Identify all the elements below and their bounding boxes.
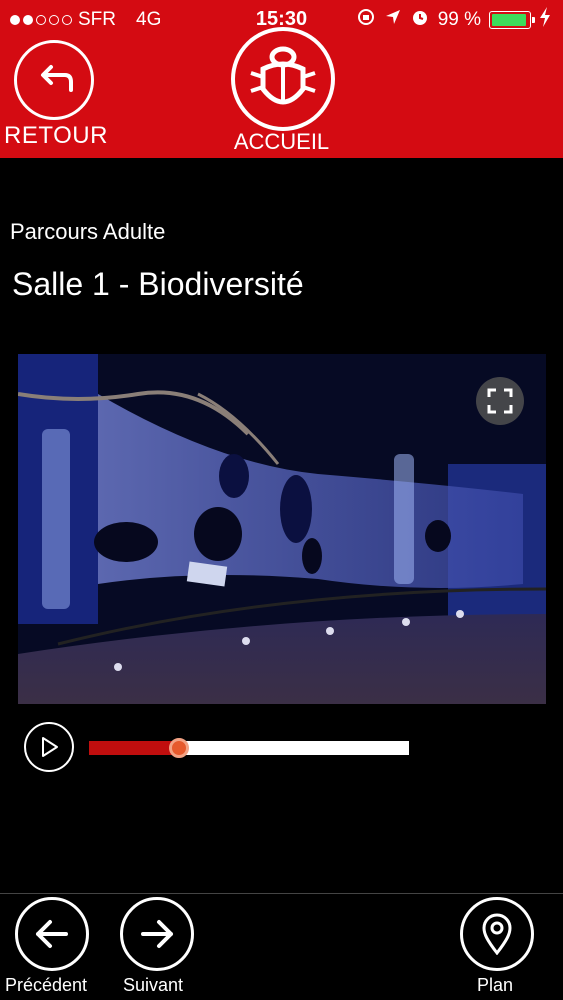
bottom-divider bbox=[0, 893, 563, 894]
app-header: SFR 4G 15:30 99 % RETOUR ACCUEIL bbox=[0, 0, 563, 158]
progress-track[interactable] bbox=[89, 741, 409, 755]
map-label[interactable]: Plan bbox=[477, 975, 513, 996]
charging-icon bbox=[539, 7, 551, 33]
fullscreen-button[interactable] bbox=[476, 377, 524, 425]
map-pin-icon bbox=[482, 913, 512, 955]
battery-icon bbox=[489, 11, 535, 29]
back-arrow-icon bbox=[41, 65, 73, 92]
exhibit-scene bbox=[18, 354, 546, 704]
next-label[interactable]: Suivant bbox=[123, 975, 183, 996]
progress-played bbox=[89, 741, 179, 755]
audio-player bbox=[24, 722, 424, 774]
exhibit-photo[interactable] bbox=[18, 354, 546, 704]
progress-thumb[interactable] bbox=[168, 738, 189, 758]
screen-lock-icon bbox=[356, 7, 376, 33]
previous-label[interactable]: Précédent bbox=[5, 975, 87, 996]
room-title: Salle 1 - Biodiversité bbox=[12, 266, 304, 302]
tour-subtitle: Parcours Adulte bbox=[10, 219, 166, 244]
alarm-icon bbox=[410, 7, 430, 33]
home-label[interactable]: ACCUEIL bbox=[0, 129, 563, 155]
back-button[interactable] bbox=[14, 40, 94, 120]
arrow-left-icon bbox=[36, 920, 68, 948]
play-button[interactable] bbox=[24, 722, 74, 772]
home-button[interactable] bbox=[231, 27, 335, 131]
arrow-right-icon bbox=[141, 920, 173, 948]
location-icon bbox=[384, 8, 402, 32]
status-right: 99 % bbox=[356, 7, 551, 33]
previous-button[interactable] bbox=[15, 897, 89, 971]
fullscreen-icon bbox=[487, 388, 513, 414]
battery-percent: 99 % bbox=[437, 9, 481, 30]
next-button[interactable] bbox=[120, 897, 194, 971]
scarab-logo-icon bbox=[250, 46, 316, 105]
play-icon bbox=[42, 737, 58, 757]
map-button[interactable] bbox=[460, 897, 534, 971]
